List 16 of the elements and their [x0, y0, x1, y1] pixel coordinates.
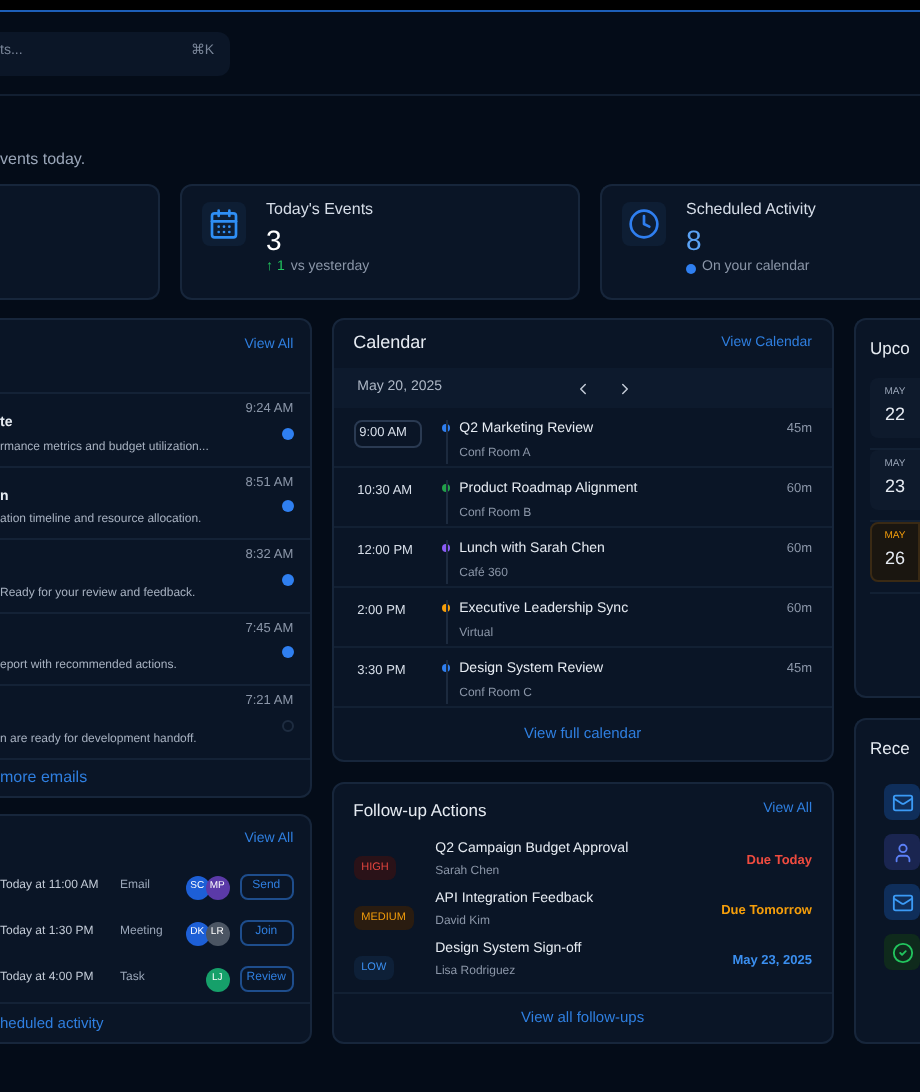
check-icon	[884, 934, 920, 971]
subtitle: vents today.	[0, 148, 86, 172]
stat-label: Scheduled Activity	[686, 198, 816, 222]
stat-value: 8	[686, 222, 704, 258]
user-icon	[884, 834, 920, 871]
calendar-icon	[208, 208, 240, 240]
more-emails-link[interactable]: more emails	[0, 765, 88, 790]
panel-title: Upco	[870, 336, 912, 362]
clock-icon	[628, 208, 660, 240]
mail-icon	[884, 884, 920, 921]
mail-icon	[884, 784, 920, 821]
panel-title: Rece	[870, 736, 912, 762]
panel-title: Calendar	[353, 330, 427, 357]
stat-value: 3	[266, 222, 284, 258]
panel-title: Follow-up Actions	[353, 797, 487, 823]
stat-label: Today's Events	[266, 198, 374, 222]
